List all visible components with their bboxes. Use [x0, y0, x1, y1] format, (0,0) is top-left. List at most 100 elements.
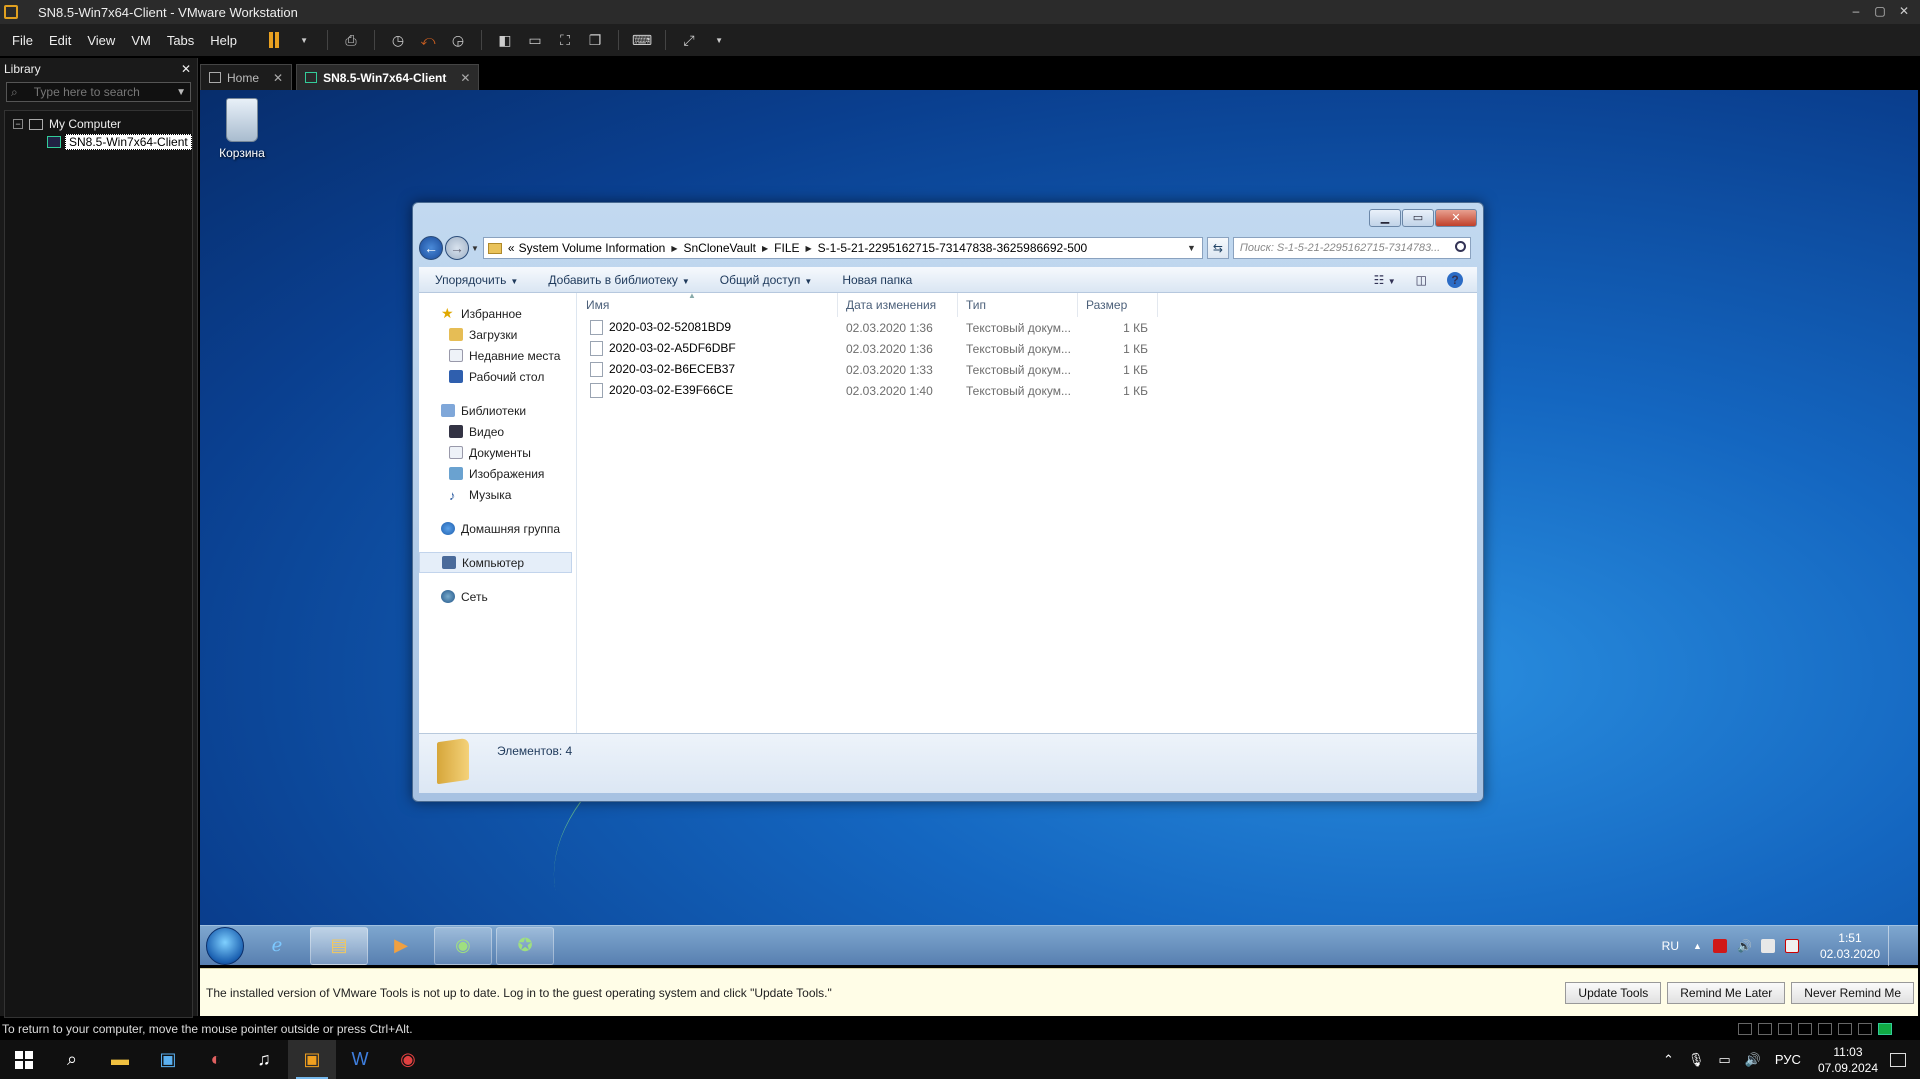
music-app-icon[interactable]: ♫ — [240, 1040, 288, 1079]
recent-pages-icon[interactable]: ▼ — [471, 244, 479, 253]
nav-recent-places[interactable]: Недавние места — [419, 345, 576, 366]
refresh-button[interactable]: ⇆ — [1206, 237, 1229, 259]
nav-desktop[interactable]: Рабочий стол — [419, 366, 576, 387]
view-options-icon[interactable]: ☷ ▼ — [1374, 273, 1396, 287]
breadcrumb-arrow-icon[interactable]: ▶ — [671, 244, 677, 253]
menu-tabs[interactable]: Tabs — [159, 33, 202, 48]
column-name[interactable]: Имя — [578, 293, 838, 317]
chevron-down-icon[interactable]: ▼ — [176, 87, 186, 98]
library-search-input[interactable]: ⌕ Type here to search ▼ — [6, 82, 191, 102]
sound-card-icon[interactable] — [1838, 1023, 1852, 1035]
new-folder-button[interactable]: Новая папка — [842, 273, 912, 287]
snapshot-manager-icon[interactable]: ◶ — [448, 30, 468, 50]
usb-icon[interactable] — [1798, 1023, 1812, 1035]
sn-app-icon[interactable]: ◉ — [434, 926, 492, 965]
library-close-button[interactable]: ✕ — [181, 62, 191, 76]
notifications-icon[interactable] — [1890, 1052, 1906, 1067]
tree-node-vm[interactable]: SN8.5-Win7x64-Client — [5, 133, 192, 151]
full-screen-icon[interactable]: ⛶ — [555, 30, 575, 50]
share-with-button[interactable]: Общий доступ ▼ — [720, 273, 813, 287]
search-icon[interactable]: ⌕ — [48, 1040, 96, 1079]
show-library-icon[interactable]: ◧ — [495, 30, 515, 50]
close-icon[interactable]: ✕ — [273, 71, 283, 85]
file-explorer-icon[interactable]: ▬ — [96, 1040, 144, 1079]
nav-video[interactable]: Видео — [419, 421, 576, 442]
internet-explorer-icon[interactable]: ℯ — [248, 927, 306, 965]
chevron-down-icon[interactable]: ▼ — [1187, 243, 1196, 253]
file-row[interactable]: 2020-03-02-52081BD9 02.03.2020 1:36 Текс… — [578, 317, 1477, 338]
printer-icon[interactable] — [1818, 1023, 1832, 1035]
snapshot-icon[interactable]: ◷ — [388, 30, 408, 50]
guest-desktop[interactable]: Корзина ▁ ▭ ✕ ← → ▼ « System Volume Info… — [200, 90, 1918, 925]
file-row[interactable]: 2020-03-02-E39F66CE 02.03.2020 1:40 Текс… — [578, 380, 1477, 401]
volume-icon[interactable]: 🔊 — [1745, 1052, 1761, 1068]
breadcrumb-arrow-icon[interactable]: ▶ — [762, 244, 768, 253]
start-orb-icon[interactable] — [206, 926, 244, 965]
back-button[interactable]: ← — [419, 236, 443, 260]
organize-button[interactable]: Упорядочить ▼ — [435, 273, 518, 287]
remind-later-button[interactable]: Remind Me Later — [1667, 981, 1786, 1004]
nav-network[interactable]: Сеть — [419, 586, 576, 607]
language-indicator[interactable]: РУС — [1775, 1052, 1801, 1067]
nav-computer[interactable]: Компьютер — [419, 552, 572, 573]
vmware-taskbar-icon[interactable]: ▣ — [288, 1040, 336, 1079]
unity-icon[interactable]: ❐ — [585, 30, 605, 50]
thumbnail-bar-icon[interactable]: ▭ — [525, 30, 545, 50]
hard-disk-icon[interactable] — [1738, 1023, 1752, 1035]
column-date-modified[interactable]: Дата изменения — [838, 293, 958, 317]
nav-downloads[interactable]: Загрузки — [419, 324, 576, 345]
file-row[interactable]: 2020-03-02-A5DF6DBF 02.03.2020 1:36 Текс… — [578, 338, 1477, 359]
breadcrumb-arrow-icon[interactable]: ▶ — [806, 244, 812, 253]
display-icon[interactable] — [1858, 1023, 1872, 1035]
forward-button[interactable]: → — [445, 236, 469, 260]
nav-favorites[interactable]: ★ Избранное — [419, 303, 576, 324]
never-remind-button[interactable]: Never Remind Me — [1791, 981, 1914, 1004]
breadcrumb-item[interactable]: SnCloneVault — [684, 241, 757, 255]
show-hidden-icons-icon[interactable]: ⌃ — [1663, 1052, 1674, 1068]
menu-edit[interactable]: Edit — [41, 33, 79, 48]
send-ctrl-alt-del-icon[interactable]: ⎙ — [341, 30, 361, 50]
minimize-button[interactable]: – — [1844, 0, 1868, 22]
action-center-icon[interactable] — [1784, 939, 1799, 953]
language-indicator[interactable]: RU — [1662, 939, 1679, 953]
paint-icon[interactable]: ◐ — [192, 1040, 240, 1079]
microphone-icon[interactable]: 🎙 — [1688, 1052, 1705, 1068]
address-bar[interactable]: « System Volume Information ▶ SnCloneVau… — [482, 237, 1203, 259]
explorer-search-input[interactable]: Поиск: S-1-5-21-2295162715-7314783... — [1232, 237, 1471, 259]
volume-icon[interactable]: 🔊 — [1737, 939, 1752, 953]
maximize-button[interactable]: ▢ — [1868, 0, 1892, 22]
maximize-button[interactable]: ▭ — [1402, 209, 1434, 227]
revert-snapshot-icon[interactable]: ⤺ — [418, 30, 438, 50]
menu-file[interactable]: File — [4, 33, 41, 48]
close-button[interactable]: ✕ — [1435, 209, 1477, 227]
update-tools-button[interactable]: Update Tools — [1565, 981, 1662, 1004]
breadcrumb-item[interactable]: S-1-5-21-2295162715-73147838-3625986692-… — [818, 241, 1088, 255]
preview-pane-icon[interactable]: ◫ — [1416, 273, 1427, 287]
show-hidden-icons-icon[interactable]: ▲ — [1693, 941, 1702, 951]
dropdown-icon[interactable]: ▼ — [294, 30, 314, 50]
column-type[interactable]: Тип — [958, 293, 1078, 317]
security-tray-icon[interactable] — [1712, 939, 1727, 953]
breadcrumb-item[interactable]: System Volume Information — [519, 241, 666, 255]
pause-icon[interactable] — [264, 30, 284, 50]
menu-help[interactable]: Help — [202, 33, 245, 48]
windows-start-icon[interactable] — [0, 1040, 48, 1079]
cd-dvd-icon[interactable] — [1758, 1023, 1772, 1035]
recycle-bin[interactable]: Корзина — [212, 98, 272, 160]
console-view-icon[interactable]: ⌨ — [632, 30, 652, 50]
breadcrumb-item[interactable]: FILE — [774, 241, 799, 255]
message-log-icon[interactable] — [1878, 1023, 1892, 1035]
sn-admin-icon[interactable]: ✪ — [496, 926, 554, 965]
collapse-icon[interactable]: − — [13, 119, 23, 129]
nav-homegroup[interactable]: Домашняя группа — [419, 518, 576, 539]
show-desktop-button[interactable] — [1888, 926, 1900, 966]
guest-clock[interactable]: 1:51 02.03.2020 — [1820, 930, 1880, 962]
media-player-icon[interactable]: ▶ — [372, 927, 430, 965]
nav-music[interactable]: ♪ Музыка — [419, 484, 576, 505]
minimize-button[interactable]: ▁ — [1369, 209, 1401, 227]
close-icon[interactable]: ✕ — [460, 71, 470, 85]
host-clock[interactable]: 11:03 07.09.2024 — [1818, 1044, 1878, 1076]
tab-vm[interactable]: SN8.5-Win7x64-Client ✕ — [296, 64, 480, 90]
help-icon[interactable]: ? — [1447, 271, 1463, 288]
nav-documents[interactable]: Документы — [419, 442, 576, 463]
